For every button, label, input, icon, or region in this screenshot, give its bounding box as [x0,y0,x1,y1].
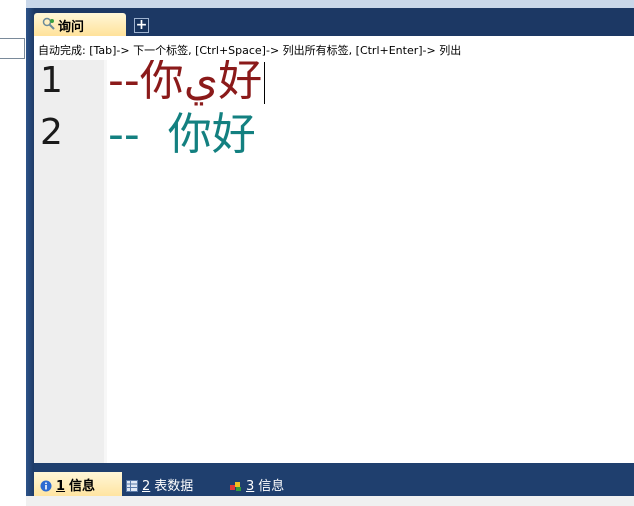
line-number: 2 [40,112,63,153]
tab-table-data-number: 2 [142,479,151,494]
text-caret [264,62,266,104]
left-panel-input[interactable] [0,38,25,59]
tab-table-data-label: 表数据 [154,479,194,494]
autocomplete-hint-bar: 自动完成: [Tab]-> 下一个标签, [Ctrl+Space]-> 列出所有… [34,36,634,60]
query-tab-bar: 询问 + [34,8,634,36]
tab-info-3-label: 信息 [258,479,285,494]
tab-info-1-number: 1 [56,479,66,494]
tab-info-1-label: 信息 [69,479,96,494]
tab-info-1[interactable]: 1 信息 [34,472,122,499]
code-line[interactable]: --你ي好 [108,60,266,106]
blocks-icon [230,482,241,491]
add-tab-button[interactable]: + [134,18,149,33]
top-strip [26,0,634,8]
tab-info-3-number: 3 [246,479,255,494]
left-panel [0,0,26,506]
gutter-edge [104,60,107,463]
result-tab-bar: 1 信息 2 表数据 3 信息 [34,463,634,499]
code-line[interactable]: -- 你好 [108,110,256,160]
grid-icon [126,480,138,492]
sql-editor[interactable]: 1 --你ي好 2 -- 你好 [34,60,634,463]
panel-splitter[interactable] [26,0,34,506]
tab-info-3[interactable]: 3 信息 [230,472,284,499]
tab-query-label: 询问 [58,20,85,35]
code-line-text: --你ي好 [108,60,263,106]
line-number: 1 [40,60,63,101]
tab-query[interactable]: 询问 [34,13,126,36]
tab-table-data[interactable]: 2 表数据 [126,472,193,499]
bottom-strip [26,496,634,506]
autocomplete-hint: 自动完成: [Tab]-> 下一个标签, [Ctrl+Space]-> 列出所有… [38,44,462,57]
query-icon [42,17,55,30]
info-icon [40,480,52,492]
code-line-text: -- 你好 [108,109,256,160]
